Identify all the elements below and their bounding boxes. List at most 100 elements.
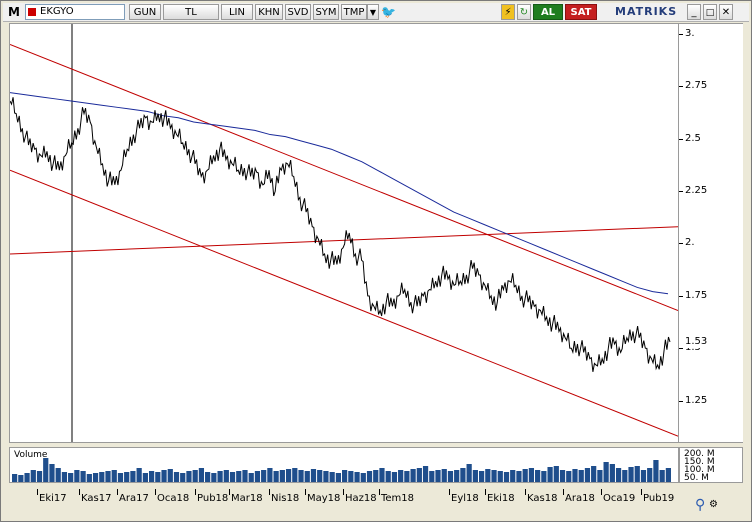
refresh-icon[interactable]: ↻: [517, 4, 531, 20]
price-axis-label: 1.75: [685, 289, 708, 301]
volume-bar: [385, 471, 391, 482]
volume-bar: [124, 472, 130, 482]
date-axis-label: Pub19: [643, 493, 675, 504]
price-axis-label: 3.: [685, 28, 695, 39]
volume-bar: [61, 472, 68, 482]
volume-bar: [584, 468, 591, 482]
date-axis-tick: [343, 489, 344, 495]
volume-bar: [186, 471, 192, 482]
period-button[interactable]: GUN: [129, 4, 161, 20]
symbol-input[interactable]: EKGYO: [25, 4, 125, 20]
volume-bar: [441, 469, 447, 482]
volume-bar: [317, 470, 323, 482]
volume-bar: [609, 464, 615, 482]
date-axis-label: Eki17: [39, 493, 67, 504]
volume-bar: [99, 472, 105, 482]
volume-bar: [80, 471, 86, 482]
volume-bar: [603, 462, 609, 482]
volume-bar: [566, 471, 572, 482]
price-chart[interactable]: [9, 23, 679, 443]
volume-bar: [155, 472, 161, 482]
price-axis-tick: [679, 400, 683, 402]
price-axis-label: 1.25: [685, 394, 708, 406]
sell-button[interactable]: SAT: [565, 4, 597, 20]
volume-bar: [142, 473, 148, 482]
volume-bar: [68, 473, 74, 482]
chart-settings-icons[interactable]: ⚲ ⚙: [693, 495, 725, 517]
date-axis: Eki17 Kas17 Ara17 Oca18 Pub18 Mar18 Nis18 May18…: [9, 489, 679, 507]
settings-icon[interactable]: ⚙: [709, 499, 718, 510]
symbol-button[interactable]: SYM: [313, 4, 339, 20]
twitter-icon[interactable]: 🐦: [381, 4, 396, 20]
volume-bar: [454, 470, 460, 482]
template-button[interactable]: TMP: [341, 4, 367, 20]
volume-bar: [410, 469, 416, 482]
buy-button[interactable]: AL: [533, 4, 563, 20]
volume-bar: [422, 466, 429, 482]
date-axis-label: Kas17: [81, 493, 112, 504]
volume-bar: [242, 470, 248, 482]
volume-bar: [211, 473, 217, 482]
delete-button[interactable]: SVD: [285, 4, 311, 20]
volume-bar: [348, 471, 354, 482]
volume-bar: [167, 469, 173, 482]
currency-button[interactable]: TL: [163, 4, 219, 20]
trend-line: [10, 169, 678, 437]
date-axis-label: Kas18: [527, 493, 558, 504]
volume-bar: [105, 471, 111, 482]
date-axis-label: Oca19: [603, 493, 636, 504]
volume-bar: [416, 468, 422, 482]
matriks-logo: MATRIKS: [615, 5, 678, 18]
volume-bar: [261, 470, 267, 482]
date-axis-label: Haz18: [345, 493, 377, 504]
date-axis-tick: [641, 489, 642, 495]
date-axis-tick: [525, 489, 526, 495]
scale-button[interactable]: LIN: [221, 4, 253, 20]
close-button[interactable]: ✕: [719, 4, 733, 20]
date-axis-label: Ara17: [119, 493, 149, 504]
date-axis-label: Tem18: [381, 493, 415, 504]
volume-bar: [640, 470, 647, 482]
volume-bar: [18, 475, 24, 482]
date-axis-label: Nis18: [271, 493, 300, 504]
volume-bar: [354, 472, 360, 482]
date-axis-label: May18: [307, 493, 341, 504]
volume-bar: [522, 469, 528, 482]
price-line: [10, 97, 671, 372]
price-axis-label: 2.75: [685, 80, 708, 92]
volume-title: Volume: [14, 450, 48, 460]
volume-bar: [516, 471, 522, 482]
volume-bar: [298, 470, 304, 482]
lightning-icon[interactable]: ⚡: [501, 4, 515, 20]
chart-type-button[interactable]: KHN: [255, 4, 283, 20]
volume-bar: [379, 468, 385, 482]
price-axis-label: 2.: [685, 237, 695, 249]
volume-bar: [24, 473, 30, 482]
date-axis-tick: [229, 489, 230, 495]
volume-bar: [292, 468, 298, 482]
volume-bar: [597, 470, 603, 482]
volume-plot: [12, 458, 671, 482]
volume-bar: [360, 473, 366, 482]
volume-bar: [323, 471, 329, 482]
volume-bar: [12, 474, 18, 482]
volume-bar: [304, 471, 310, 482]
minimize-button[interactable]: _: [687, 4, 701, 20]
chart-scrollbar[interactable]: [9, 509, 679, 519]
volume-bar: [622, 470, 628, 482]
magnifier-icon[interactable]: ⚲: [695, 497, 705, 513]
volume-bar: [161, 470, 167, 482]
date-axis-tick: [269, 489, 270, 495]
volume-bar: [310, 469, 317, 482]
volume-bar: [86, 474, 92, 482]
volume-bar: [74, 470, 80, 482]
maximize-button[interactable]: □: [703, 4, 717, 20]
volume-bar: [136, 468, 142, 482]
matriks-menu-button[interactable]: M: [7, 4, 21, 20]
symbol-value: EKGYO: [40, 6, 74, 17]
volume-bar: [559, 470, 566, 482]
volume-chart[interactable]: Volume: [9, 447, 679, 483]
volume-bar: [49, 464, 55, 482]
price-axis-tick: [679, 86, 683, 88]
template-dropdown-icon[interactable]: ▼: [367, 4, 379, 20]
